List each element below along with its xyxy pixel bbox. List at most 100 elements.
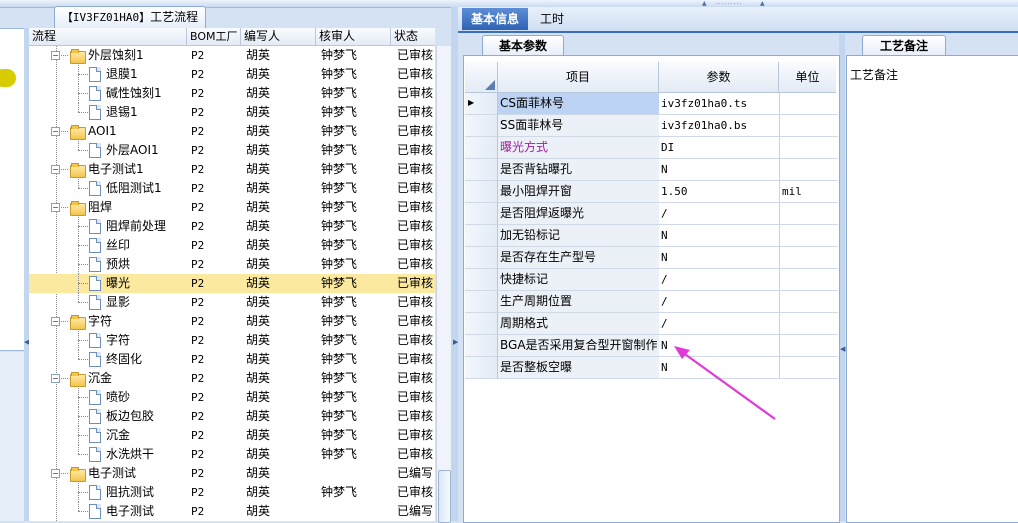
col-header-writer[interactable]: 编写人 bbox=[241, 28, 316, 45]
tree-row[interactable]: − 电子测试 P2 胡英 已编写 bbox=[29, 464, 435, 483]
tree-row[interactable]: 碱性蚀刻1 P2 胡英 钟梦飞 已审核 bbox=[29, 84, 435, 103]
subtab-process-notes[interactable]: 工艺备注 bbox=[862, 35, 946, 56]
tree-node-label: 电子测试 bbox=[106, 504, 155, 518]
grid-row[interactable]: 最小阻焊开窗 1.50 mil bbox=[465, 181, 838, 203]
grid-row[interactable]: 是否阻焊返曝光 / bbox=[465, 203, 838, 225]
row-selector[interactable] bbox=[465, 291, 498, 313]
tree-row[interactable]: 丝印 P2 胡英 钟梦飞 已审核 bbox=[29, 236, 435, 255]
grid-row[interactable]: 周期格式 / bbox=[465, 313, 838, 335]
tree-row[interactable]: − AOI1 P2 胡英 钟梦飞 已审核 bbox=[29, 122, 435, 141]
tree-scrollbar-thumb[interactable] bbox=[438, 470, 451, 523]
tree-row[interactable]: − 电子测试1 P2 胡英 钟梦飞 已审核 bbox=[29, 160, 435, 179]
col-header-bom[interactable]: BOM工厂 bbox=[187, 28, 241, 45]
status-indicator-icon bbox=[0, 69, 16, 87]
tree-row[interactable]: 终固化 P2 胡英 钟梦飞 已审核 bbox=[29, 350, 435, 369]
param-item-label: 是否背钻曝孔 bbox=[498, 159, 660, 181]
tree-row[interactable]: 低阻测试1 P2 胡英 钟梦飞 已审核 bbox=[29, 179, 435, 198]
col-header-status[interactable]: 状态 bbox=[391, 28, 434, 45]
collapse-toggle-icon[interactable]: − bbox=[51, 165, 60, 174]
writer-cell: 胡英 bbox=[246, 143, 271, 157]
tree-row[interactable]: 显影 P2 胡英 钟梦飞 已审核 bbox=[29, 293, 435, 312]
tree-row[interactable]: − 阻焊 P2 胡英 钟梦飞 已审核 bbox=[29, 198, 435, 217]
tree-row[interactable]: 曝光 P2 胡英 钟梦飞 已审核 bbox=[29, 274, 435, 293]
status-cell: 已审核 bbox=[397, 86, 434, 100]
row-selector[interactable] bbox=[465, 269, 498, 291]
reviewer-cell: 钟梦飞 bbox=[321, 295, 358, 309]
grid-row[interactable]: 曝光方式 DI bbox=[465, 137, 838, 159]
tree-row[interactable]: 退膜1 P2 胡英 钟梦飞 已审核 bbox=[29, 65, 435, 84]
tab-basic-info[interactable]: 基本信息 bbox=[462, 8, 528, 30]
grid-col-unit[interactable]: 单位 bbox=[779, 62, 836, 93]
row-selector[interactable] bbox=[465, 137, 498, 159]
tab-work-hours[interactable]: 工时 bbox=[532, 8, 572, 30]
row-selector[interactable] bbox=[465, 181, 498, 203]
status-cell: 已编写 bbox=[397, 504, 434, 518]
notes-splitter-arrow-icon[interactable]: ◀ bbox=[840, 345, 845, 353]
grid-row[interactable]: 生产周期位置 / bbox=[465, 291, 838, 313]
collapse-toggle-icon[interactable]: − bbox=[51, 317, 60, 326]
collapse-toggle-icon[interactable]: − bbox=[51, 203, 60, 212]
collapse-toggle-icon[interactable]: − bbox=[51, 374, 60, 383]
param-value-cell[interactable]: iv3fz01ha0.bs bbox=[659, 115, 780, 137]
col-header-flow[interactable]: 流程 bbox=[29, 28, 187, 45]
row-selector[interactable] bbox=[465, 225, 498, 247]
param-unit-cell bbox=[780, 115, 838, 137]
grid-row[interactable]: 是否背钻曝孔 N bbox=[465, 159, 838, 181]
row-selector[interactable] bbox=[465, 247, 498, 269]
tree-row[interactable]: 退锡1 P2 胡英 钟梦飞 已审核 bbox=[29, 103, 435, 122]
tree-node-label: 沉金 bbox=[88, 371, 113, 385]
row-selector[interactable] bbox=[465, 203, 498, 225]
tree-row[interactable]: − 字符 P2 胡英 钟梦飞 已审核 bbox=[29, 312, 435, 331]
tree-row[interactable]: 电子测试 P2 胡英 已编写 bbox=[29, 502, 435, 521]
writer-cell: 胡英 bbox=[246, 295, 271, 309]
col-header-reviewer[interactable]: 核审人 bbox=[316, 28, 391, 45]
row-selector[interactable] bbox=[465, 357, 498, 379]
grid-col-param[interactable]: 参数 bbox=[659, 62, 779, 93]
tree-row[interactable]: 阻焊前处理 P2 胡英 钟梦飞 已审核 bbox=[29, 217, 435, 236]
tree-row[interactable]: 字符 P2 胡英 钟梦飞 已审核 bbox=[29, 331, 435, 350]
param-value-cell[interactable]: / bbox=[659, 203, 780, 225]
param-value-cell[interactable]: / bbox=[659, 313, 780, 335]
grid-row[interactable]: 是否存在生产型号 N bbox=[465, 247, 838, 269]
tab-process-flow[interactable]: 【IV3FZ01HA0】工艺流程 bbox=[54, 6, 206, 28]
row-selector[interactable] bbox=[465, 335, 498, 357]
tree-scrollbar[interactable] bbox=[436, 46, 452, 521]
param-value-cell[interactable]: 1.50 bbox=[659, 181, 780, 203]
param-value-cell[interactable]: / bbox=[659, 269, 780, 291]
collapse-toggle-icon[interactable]: − bbox=[51, 469, 60, 478]
center-splitter[interactable] bbox=[451, 7, 458, 521]
grid-row[interactable]: 快捷标记 / bbox=[465, 269, 838, 291]
row-selector[interactable] bbox=[465, 313, 498, 335]
param-value-cell[interactable]: N bbox=[659, 247, 780, 269]
grid-row[interactable]: ▶ CS面菲林号 iv3fz01ha0.ts bbox=[465, 93, 838, 115]
grid-row[interactable]: SS面菲林号 iv3fz01ha0.bs bbox=[465, 115, 838, 137]
row-selector[interactable]: ▶ bbox=[465, 93, 498, 115]
row-selector[interactable] bbox=[465, 159, 498, 181]
param-value-cell[interactable]: DI bbox=[659, 137, 780, 159]
tree-node-label: 外层AOI1 bbox=[106, 143, 159, 157]
grid-row[interactable]: 加无铅标记 N bbox=[465, 225, 838, 247]
writer-cell: 胡英 bbox=[246, 314, 271, 328]
collapse-toggle-icon[interactable]: − bbox=[51, 127, 60, 136]
tree-row[interactable]: − 沉金 P2 胡英 钟梦飞 已审核 bbox=[29, 369, 435, 388]
tree-row[interactable]: 预烘 P2 胡英 钟梦飞 已审核 bbox=[29, 255, 435, 274]
grid-col-item[interactable]: 项目 bbox=[498, 62, 659, 93]
subtab-basic-params[interactable]: 基本参数 bbox=[482, 35, 564, 56]
tree-row[interactable]: 水洗烘干 P2 胡英 钟梦飞 已审核 bbox=[29, 445, 435, 464]
param-value-cell[interactable]: / bbox=[659, 291, 780, 313]
tree-row[interactable]: 阻抗测试 P2 胡英 钟梦飞 已审核 bbox=[29, 483, 435, 502]
bom-cell: P2 bbox=[191, 49, 205, 62]
tree-row[interactable]: 沉金 P2 胡英 钟梦飞 已审核 bbox=[29, 426, 435, 445]
collapse-toggle-icon[interactable]: − bbox=[51, 51, 60, 60]
splitter-arrow-right-icon[interactable]: ▶ bbox=[453, 338, 458, 346]
row-selector[interactable] bbox=[465, 115, 498, 137]
tree-row[interactable]: 外层AOI1 P2 胡英 钟梦飞 已审核 bbox=[29, 141, 435, 160]
tree-row[interactable]: 喷砂 P2 胡英 钟梦飞 已审核 bbox=[29, 388, 435, 407]
document-icon bbox=[89, 485, 101, 500]
process-notes-panel[interactable] bbox=[846, 55, 1018, 523]
tree-row[interactable]: − 外层蚀刻1 P2 胡英 钟梦飞 已审核 bbox=[29, 46, 435, 65]
param-value-cell[interactable]: iv3fz01ha0.ts bbox=[659, 93, 780, 115]
tree-row[interactable]: 板边包胶 P2 胡英 钟梦飞 已审核 bbox=[29, 407, 435, 426]
param-value-cell[interactable]: N bbox=[659, 159, 780, 181]
param-value-cell[interactable]: N bbox=[659, 225, 780, 247]
